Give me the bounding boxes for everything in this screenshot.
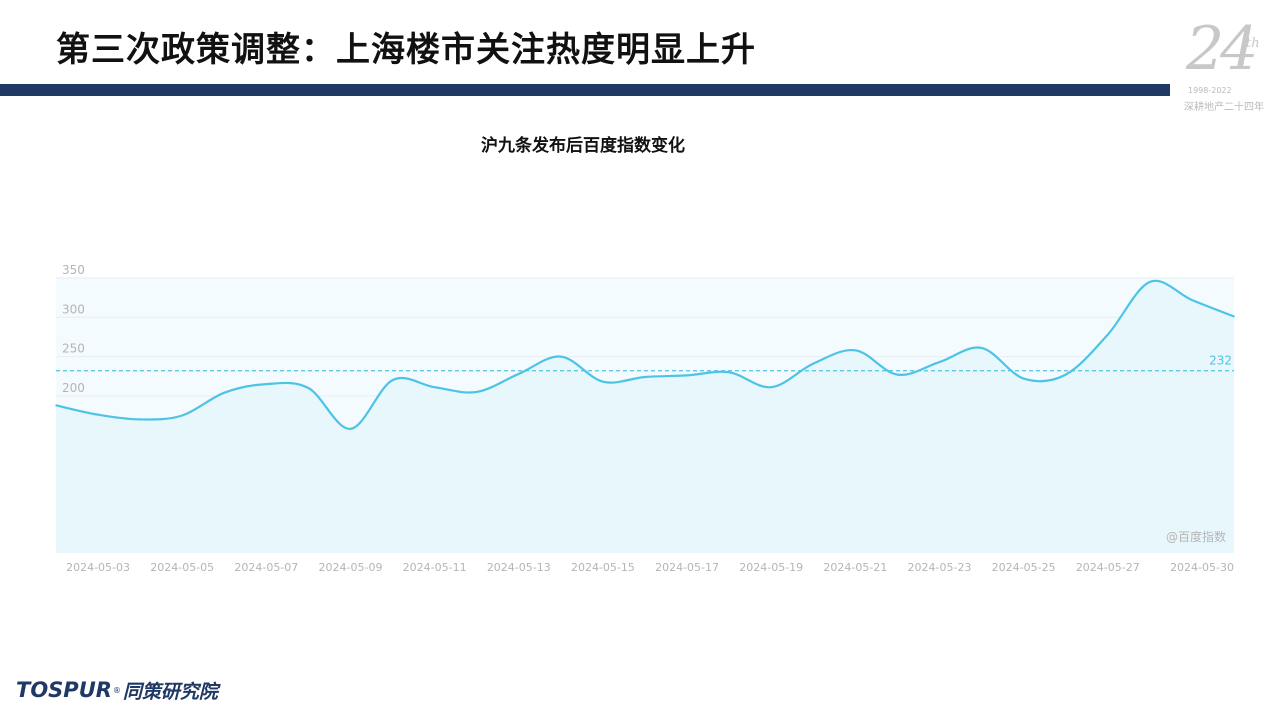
data-point xyxy=(938,361,941,363)
data-point xyxy=(265,383,268,385)
data-point xyxy=(1149,281,1151,283)
anniversary-years: 1998-2022 xyxy=(1188,86,1232,95)
x-tick-label: 2024-05-13 xyxy=(487,561,551,574)
x-tick-label: 2024-05-07 xyxy=(234,561,298,574)
data-point xyxy=(812,362,815,365)
data-point xyxy=(770,386,773,389)
title-divider-bar xyxy=(0,84,1170,96)
data-point xyxy=(560,355,562,358)
anniversary-tagline: 深耕地产二十四年 xyxy=(1184,102,1264,113)
data-point xyxy=(475,391,478,393)
y-tick-label: 350 xyxy=(62,263,85,277)
x-tick-label: 2024-05-21 xyxy=(823,561,887,574)
y-tick-label: 300 xyxy=(62,302,85,316)
data-point xyxy=(517,373,520,375)
baidu-index-chart: 50100150200250300350 232 @百度指数 2024-05-0… xyxy=(55,263,1235,574)
chart-title: 沪九条发布后百度指数变化 xyxy=(481,136,685,156)
footer-subtitle: 同策研究院 xyxy=(122,680,218,703)
x-tick-label: 2024-05-19 xyxy=(739,561,803,574)
x-tick-label: 2024-05-23 xyxy=(908,561,972,574)
data-point xyxy=(433,386,436,389)
data-point xyxy=(139,418,141,421)
y-tick-label: 200 xyxy=(62,381,85,395)
data-point xyxy=(1064,373,1067,376)
x-tick-label: 2024-05-05 xyxy=(150,561,214,574)
x-tick-label: 2024-05-17 xyxy=(655,561,719,574)
data-point xyxy=(1233,315,1235,318)
anniversary-suffix: th xyxy=(1246,36,1260,51)
data-point xyxy=(1191,299,1193,301)
data-point xyxy=(1022,377,1025,380)
x-tick-label: 2024-05-09 xyxy=(319,561,383,574)
data-point xyxy=(686,374,688,377)
data-point xyxy=(97,413,99,416)
x-tick-label: 2024-05-25 xyxy=(992,561,1056,574)
data-point xyxy=(181,414,184,417)
data-point xyxy=(980,347,983,349)
y-tick-label: 250 xyxy=(62,342,85,356)
anniversary-number: 24 xyxy=(1186,14,1258,84)
x-tick-label: 2024-05-27 xyxy=(1076,561,1140,574)
data-point xyxy=(307,387,310,389)
anniversary-badge: 24 th 1998-2022 深耕地产二十四年 xyxy=(1180,14,1272,114)
x-tick-label: 2024-05-30 xyxy=(1170,561,1234,574)
x-tick-label: 2024-05-15 xyxy=(571,561,635,574)
data-point xyxy=(854,349,857,352)
x-axis-ticks: 2024-05-03 2024-05-05 2024-05-07 2024-05-09… xyxy=(66,561,1234,574)
data-point xyxy=(55,404,57,407)
data-point xyxy=(644,376,646,378)
footer-logo: TOSPUR ® 同策研究院 xyxy=(16,676,218,704)
baidu-watermark: @百度指数 xyxy=(1166,529,1226,544)
slide-title: 第三次政策调整：上海楼市关注热度明显上升 xyxy=(56,30,756,70)
footer-brand: TOSPUR xyxy=(16,678,112,702)
data-point xyxy=(223,391,226,394)
x-tick-label: 2024-05-03 xyxy=(66,561,130,574)
data-point xyxy=(391,379,394,381)
data-point xyxy=(728,371,730,374)
data-point xyxy=(349,428,352,430)
average-label: 232 xyxy=(1209,354,1232,368)
data-point xyxy=(896,373,899,376)
footer-reg-mark: ® xyxy=(112,685,121,695)
data-point xyxy=(1106,333,1109,336)
data-point xyxy=(602,380,604,383)
x-tick-label: 2024-05-11 xyxy=(403,561,467,574)
